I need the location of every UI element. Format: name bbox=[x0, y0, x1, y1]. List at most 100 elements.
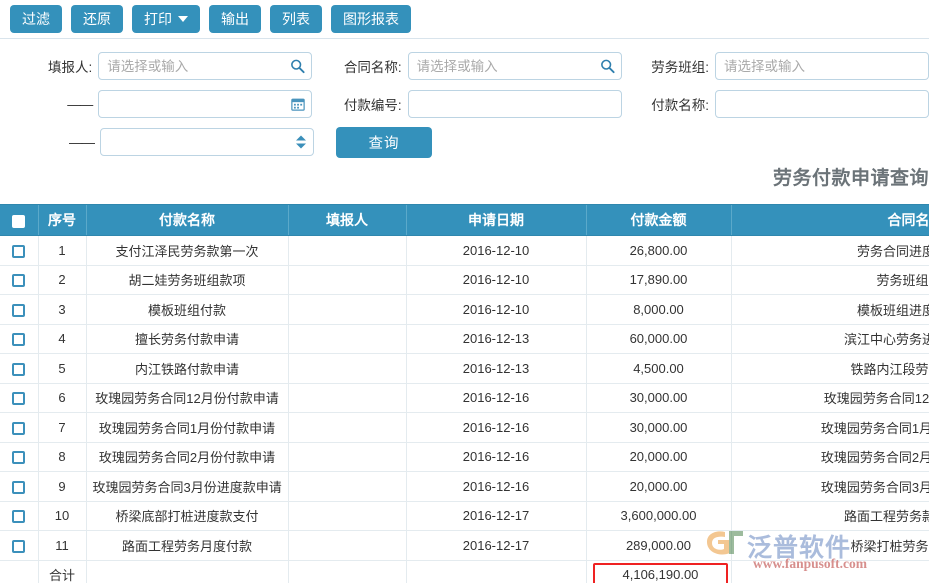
row-contract-name[interactable]: 路面工程劳务款进度申报 bbox=[731, 501, 929, 531]
list-button-label: 列表 bbox=[282, 12, 310, 26]
row-checkbox[interactable] bbox=[12, 540, 25, 553]
table-row[interactable]: 6玫瑰园劳务合同12月份付款申请2016-12-1630,000.00玫瑰园劳务… bbox=[0, 383, 929, 413]
row-contract-name[interactable]: 玫瑰园劳务合同3月份进度款申请 bbox=[731, 472, 929, 502]
chart-report-button[interactable]: 图形报表 bbox=[331, 5, 411, 33]
calendar-icon[interactable] bbox=[291, 97, 305, 111]
search-icon[interactable] bbox=[600, 59, 615, 74]
spinner-down-icon[interactable] bbox=[296, 144, 306, 149]
row-amount: 30,000.00 bbox=[586, 413, 731, 443]
table-header-apply-date: 申请日期 bbox=[406, 205, 586, 236]
row-contract-name[interactable]: 铁路内江段劳务支付款 bbox=[731, 354, 929, 384]
row-checkbox[interactable] bbox=[12, 274, 25, 287]
row-payment-name[interactable]: 桥梁底部打桩进度款支付 bbox=[86, 501, 288, 531]
row-checkbox[interactable] bbox=[12, 422, 25, 435]
row-contract-name[interactable]: 玫瑰园劳务合同12月份进度款申 bbox=[731, 383, 929, 413]
row-amount: 4,500.00 bbox=[586, 354, 731, 384]
search-icon[interactable] bbox=[290, 59, 305, 74]
table-row[interactable]: 7玫瑰园劳务合同1月份付款申请2016-12-1630,000.00玫瑰园劳务合… bbox=[0, 413, 929, 443]
row-checkbox-cell[interactable] bbox=[0, 442, 38, 472]
table-row[interactable]: 3模板班组付款2016-12-108,000.00模板班组进度款申报 bbox=[0, 295, 929, 325]
row-payment-name[interactable]: 内江铁路付款申请 bbox=[86, 354, 288, 384]
row-checkbox[interactable] bbox=[12, 245, 25, 258]
row-checkbox[interactable] bbox=[12, 392, 25, 405]
table-row[interactable]: 1支付江泽民劳务款第一次2016-12-1026,800.00劳务合同进度款申报 bbox=[0, 236, 929, 266]
table-row[interactable]: 10桥梁底部打桩进度款支付2016-12-173,600,000.00路面工程劳… bbox=[0, 501, 929, 531]
labor-team-input[interactable] bbox=[715, 52, 929, 80]
labor-team-label: 劳务班组: bbox=[651, 56, 715, 76]
table-row[interactable]: 8玫瑰园劳务合同2月份付款申请2016-12-1620,000.00玫瑰园劳务合… bbox=[0, 442, 929, 472]
row-checkbox-cell[interactable] bbox=[0, 354, 38, 384]
row-contract-name[interactable]: 玫瑰园劳务合同1月份进度款申请 bbox=[731, 413, 929, 443]
table-header-no: 序号 bbox=[38, 205, 86, 236]
reporter-input-wrap bbox=[98, 52, 312, 80]
row-checkbox[interactable] bbox=[12, 333, 25, 346]
payment-no-input[interactable] bbox=[408, 90, 622, 118]
amount-stepper-input[interactable] bbox=[100, 128, 314, 156]
row-payment-name[interactable]: 路面工程劳务月度付款 bbox=[86, 531, 288, 561]
spinner-up-icon[interactable] bbox=[296, 136, 306, 141]
select-all-checkbox[interactable] bbox=[12, 215, 25, 228]
row-apply-date: 2016-12-17 bbox=[406, 501, 586, 531]
row-checkbox[interactable] bbox=[12, 510, 25, 523]
list-button[interactable]: 列表 bbox=[270, 5, 322, 33]
row-payment-name[interactable]: 擅长劳务付款申请 bbox=[86, 324, 288, 354]
table-body: 1支付江泽民劳务款第一次2016-12-1026,800.00劳务合同进度款申报… bbox=[0, 236, 929, 583]
row-payment-name[interactable]: 支付江泽民劳务款第一次 bbox=[86, 236, 288, 266]
spinner-updown-icon[interactable] bbox=[296, 136, 306, 149]
restore-button[interactable]: 还原 bbox=[71, 5, 123, 33]
date-input[interactable] bbox=[98, 90, 312, 118]
table-row[interactable]: 9玫瑰园劳务合同3月份进度款申请2016-12-1620,000.00玫瑰园劳务… bbox=[0, 472, 929, 502]
row-reporter bbox=[288, 324, 406, 354]
row-payment-name[interactable]: 玫瑰园劳务合同12月份付款申请 bbox=[86, 383, 288, 413]
row-checkbox-cell[interactable] bbox=[0, 295, 38, 325]
row-contract-name[interactable]: 桥梁打桩劳务分包合同 bbox=[731, 531, 929, 561]
row-payment-name[interactable]: 玫瑰园劳务合同2月份付款申请 bbox=[86, 442, 288, 472]
row-checkbox-cell[interactable] bbox=[0, 236, 38, 266]
search-form-row-1: 填报人: 合同名称: 劳务班组: bbox=[0, 47, 929, 85]
table-header-contract-name: 合同名称 bbox=[731, 205, 929, 236]
table-row[interactable]: 5内江铁路付款申请2016-12-134,500.00铁路内江段劳务支付款 bbox=[0, 354, 929, 384]
row-contract-name[interactable]: 模板班组进度款申报 bbox=[731, 295, 929, 325]
reporter-input[interactable] bbox=[98, 52, 312, 80]
table-header-selectall[interactable] bbox=[0, 205, 38, 236]
row-reporter bbox=[288, 472, 406, 502]
row-apply-date: 2016-12-13 bbox=[406, 324, 586, 354]
row-contract-name[interactable]: 滨江中心劳务进度款申请 bbox=[731, 324, 929, 354]
table-row[interactable]: 11路面工程劳务月度付款2016-12-17289,000.00桥梁打桩劳务分包… bbox=[0, 531, 929, 561]
export-button[interactable]: 输出 bbox=[209, 5, 261, 33]
amount-input-wrap bbox=[100, 128, 314, 156]
row-no: 9 bbox=[38, 472, 86, 502]
row-payment-name[interactable]: 玫瑰园劳务合同3月份进度款申请 bbox=[86, 472, 288, 502]
row-checkbox-cell[interactable] bbox=[0, 413, 38, 443]
row-checkbox[interactable] bbox=[12, 363, 25, 376]
total-amount-cell: 4,106,190.00 bbox=[586, 560, 731, 583]
total-contract-name bbox=[731, 560, 929, 583]
row-reporter bbox=[288, 531, 406, 561]
table-row[interactable]: 2胡二娃劳务班组款项2016-12-1017,890.00劳务班组合同 bbox=[0, 265, 929, 295]
row-checkbox-cell[interactable] bbox=[0, 472, 38, 502]
row-checkbox-cell[interactable] bbox=[0, 265, 38, 295]
table-header-row: 序号 付款名称 填报人 申请日期 付款金额 合同名称 bbox=[0, 205, 929, 236]
query-button[interactable]: 查询 bbox=[336, 127, 432, 158]
row-checkbox[interactable] bbox=[12, 451, 25, 464]
row-payment-name[interactable]: 玫瑰园劳务合同1月份付款申请 bbox=[86, 413, 288, 443]
row-contract-name[interactable]: 玫瑰园劳务合同2月份进度款申请 bbox=[731, 442, 929, 472]
contract-name-input[interactable] bbox=[408, 52, 622, 80]
print-button[interactable]: 打印 bbox=[132, 5, 200, 33]
filter-button[interactable]: 过滤 bbox=[10, 5, 62, 33]
row-contract-name[interactable]: 劳务班组合同 bbox=[731, 265, 929, 295]
row-checkbox[interactable] bbox=[12, 304, 25, 317]
row-checkbox-cell[interactable] bbox=[0, 501, 38, 531]
row-contract-name[interactable]: 劳务合同进度款申报 bbox=[731, 236, 929, 266]
row-payment-name[interactable]: 胡二娃劳务班组款项 bbox=[86, 265, 288, 295]
row-payment-name[interactable]: 模板班组付款 bbox=[86, 295, 288, 325]
table-row[interactable]: 4擅长劳务付款申请2016-12-1360,000.00滨江中心劳务进度款申请 bbox=[0, 324, 929, 354]
row-reporter bbox=[288, 295, 406, 325]
row-checkbox-cell[interactable] bbox=[0, 324, 38, 354]
row-checkbox[interactable] bbox=[12, 481, 25, 494]
row-checkbox-cell[interactable] bbox=[0, 383, 38, 413]
payment-name-input[interactable] bbox=[715, 90, 929, 118]
payment-name-input-wrap bbox=[715, 90, 929, 118]
row-checkbox-cell[interactable] bbox=[0, 531, 38, 561]
payment-no-input-wrap bbox=[408, 90, 622, 118]
